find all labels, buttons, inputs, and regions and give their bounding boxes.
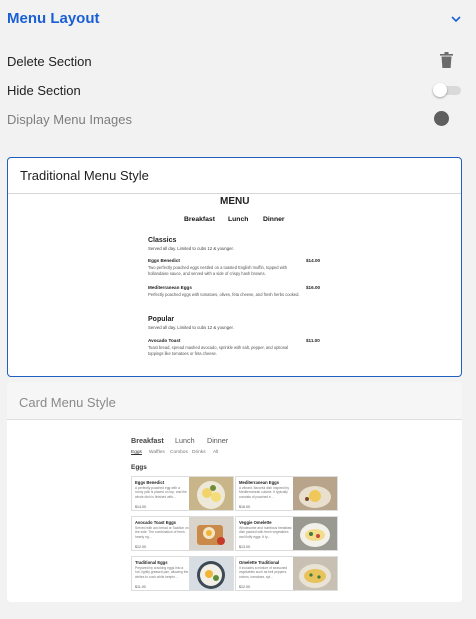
item-price: $11.00 xyxy=(306,338,320,343)
card-title: Traditional Eggs xyxy=(135,560,168,565)
chevron-down-icon[interactable] xyxy=(450,14,462,24)
item-price: $14.00 xyxy=(306,258,321,263)
card-title: Veggie Omelette xyxy=(239,520,272,525)
card-preview: Breakfast Lunch Dinner Eggs Waffles Comb… xyxy=(7,420,462,602)
menu-card: Veggie Omelette Wholesome and nutritious… xyxy=(235,516,338,551)
preview-tab: Breakfast xyxy=(131,436,164,445)
food-image xyxy=(293,477,337,510)
card-price: $16.00 xyxy=(239,505,250,509)
preview-tab: Breakfast xyxy=(184,216,215,223)
card-desc: Prepared by cracking eggs into a hot, li… xyxy=(135,566,189,579)
section-subtitle: Served all day. Limited to cubs 12 & you… xyxy=(148,325,234,330)
card-style-option[interactable]: Card Menu Style Breakfast Lunch Dinner E… xyxy=(7,382,462,602)
trash-icon[interactable] xyxy=(440,52,453,68)
preview-subtab: Drinks xyxy=(192,450,206,455)
section-heading: Popular xyxy=(148,316,175,323)
item-price: $16.00 xyxy=(306,285,321,290)
preview-subtab: Eggs xyxy=(131,450,142,455)
preview-tab: Lunch xyxy=(175,436,195,445)
card-desc: It includes a mixture of seasoned vegeta… xyxy=(239,566,288,579)
divider xyxy=(8,193,461,194)
delete-section-label: Delete Section xyxy=(7,54,92,69)
card-price: $12.00 xyxy=(135,545,146,549)
preview-tab: Dinner xyxy=(263,216,285,223)
item-name: Avocado Toast xyxy=(148,338,181,343)
card-title: Eggs Benedict xyxy=(135,480,165,485)
card-desc: A perfectly poached egg with a runny yol… xyxy=(135,486,187,499)
card-title: Mediterranean Eggs xyxy=(239,480,280,485)
menu-card: Eggs Benedict A perfectly poached egg wi… xyxy=(131,476,234,511)
preview-tab: Dinner xyxy=(207,436,229,445)
preview-heading: Eggs xyxy=(131,464,147,471)
menu-layout-header[interactable]: Menu Layout xyxy=(0,0,476,38)
card-style-label: Card Menu Style xyxy=(19,395,116,410)
food-image xyxy=(293,557,337,590)
item-name: Mediterranean Eggs xyxy=(148,285,192,290)
menu-card: Traditional Eggs Prepared by cracking eg… xyxy=(131,556,234,591)
card-desc: A vibrant, flavorful dish inspired by Me… xyxy=(239,486,290,499)
item-desc: Two perfectly poached eggs nestled on a … xyxy=(148,265,287,276)
menu-card: Avocado Toast Eggs Served with avo bread… xyxy=(131,516,234,551)
preview-subtab: Waffles xyxy=(149,450,165,455)
card-price: $12.00 xyxy=(239,585,250,589)
item-name: Eggs Benedict xyxy=(148,258,180,263)
display-images-toggle[interactable] xyxy=(434,111,449,126)
food-image xyxy=(293,517,337,550)
card-title: Avocado Toast Eggs xyxy=(135,520,176,525)
traditional-style-label: Traditional Menu Style xyxy=(20,168,149,183)
section-subtitle: Served all day. Limited to cubs 12 & you… xyxy=(148,246,234,251)
card-price: $13.00 xyxy=(239,545,250,549)
traditional-style-option[interactable]: Traditional Menu Style MENU Breakfast Lu… xyxy=(7,157,462,377)
card-price: $14.00 xyxy=(135,505,146,509)
card-price: $11.00 xyxy=(135,585,146,589)
item-desc: Toast bread, spread mashed avocado, spri… xyxy=(148,345,289,356)
preview-subtab: All xyxy=(213,450,219,455)
item-desc: Perfectly poached eggs with tomatoes, ol… xyxy=(148,292,300,297)
hide-section-label: Hide Section xyxy=(7,83,81,98)
menu-card: Omelette Traditional It includes a mixtu… xyxy=(235,556,338,591)
hide-section-toggle[interactable] xyxy=(433,83,461,97)
card-desc: Wholesome and nutritious breakfast dish … xyxy=(239,526,292,539)
preview-tab: Lunch xyxy=(228,216,249,223)
food-image xyxy=(189,517,233,550)
preview-subtab: Combos xyxy=(170,450,188,455)
menu-card: Mediterranean Eggs A vibrant, flavorful … xyxy=(235,476,338,511)
menu-title: MENU xyxy=(220,196,250,207)
food-image xyxy=(189,477,233,510)
section-heading: Classics xyxy=(148,237,177,244)
display-images-label: Display Menu Images xyxy=(7,112,132,127)
card-title: Omelette Traditional xyxy=(239,560,280,565)
food-image xyxy=(189,557,233,590)
panel-title: Menu Layout xyxy=(7,10,100,27)
card-desc: Served with avo bread or Scallion on the… xyxy=(135,526,189,539)
